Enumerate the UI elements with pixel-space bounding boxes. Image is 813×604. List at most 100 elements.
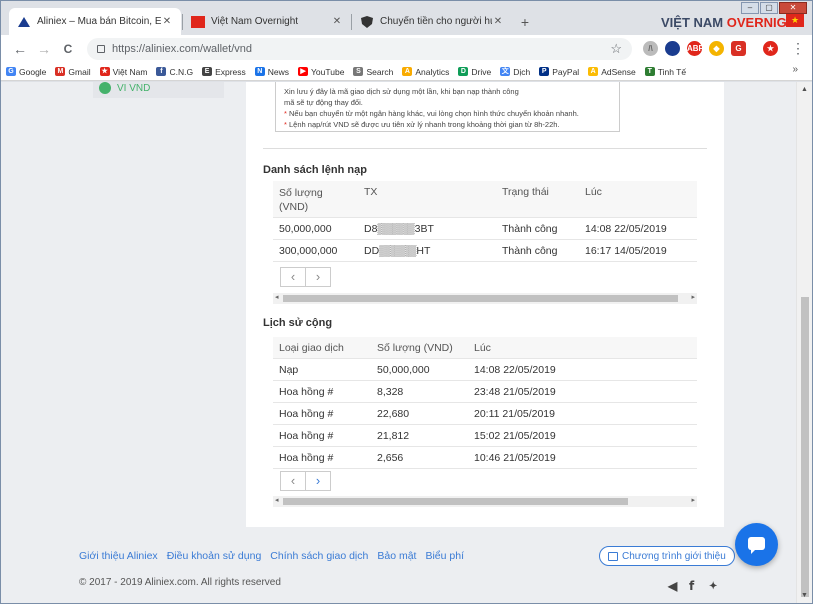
scroll-up-icon[interactable]: ▲ (801, 86, 808, 93)
horizontal-scrollbar[interactable]: ◂ ▸ (273, 293, 697, 304)
close-tab-icon[interactable]: ✕ (331, 16, 343, 27)
scroll-thumb[interactable] (283, 295, 678, 302)
bookmark-item[interactable]: ▶ YouTube (298, 67, 344, 77)
prev-page-button[interactable]: ‹ (280, 471, 306, 491)
bookmark-item[interactable]: G Google (6, 67, 46, 77)
reload-button[interactable]: C (59, 40, 77, 58)
bookmark-item[interactable]: A AdSense (588, 67, 636, 77)
forward-button[interactable]: → (35, 40, 53, 58)
cell-time: 14:08 22/05/2019 (474, 364, 556, 376)
page-footer: Giới thiệu Aliniex Điều khoản sử dụng Chín… (1, 537, 796, 603)
tab-strip: Aliniex – Mua bán Bitcoin, Ethere ✕ Việt… (1, 1, 812, 35)
minimize-button[interactable]: – (741, 2, 759, 14)
referral-program-label: Chương trình giới thiệu (622, 550, 726, 562)
bookmark-item[interactable]: N News (254, 67, 289, 77)
close-tab-icon[interactable]: ✕ (161, 16, 173, 27)
scroll-thumb[interactable] (801, 297, 809, 597)
telegram-icon[interactable]: ◀ (668, 579, 677, 593)
bookmark-label: Gmail (68, 66, 91, 77)
bookmark-icon: G (6, 67, 16, 76)
tab-vietnam-overnight[interactable]: Việt Nam Overnight ✕ (183, 8, 351, 35)
footer-link[interactable]: Bảo mật (377, 550, 416, 562)
history-rows: Nạp 50,000,000 14:08 22/05/2019 Hoa hồng # 8… (273, 359, 697, 469)
scroll-down-icon[interactable]: ▼ (801, 592, 808, 599)
facebook-icon[interactable]: f (689, 579, 694, 593)
bookmark-item[interactable]: f C.N.G (156, 67, 193, 77)
bookmark-icon: T (644, 67, 655, 76)
copyright-text: © 2017 - 2019 Aliniex.com. All rights re… (79, 577, 281, 588)
bookmark-star-icon[interactable]: ☆ (610, 41, 622, 57)
table-header-row: Loại giao dịch Số lượng (VND) Lúc (273, 337, 697, 359)
scroll-thumb[interactable] (283, 498, 628, 505)
bookmark-item[interactable]: ★ Việt Nam (99, 67, 147, 77)
tab-chuyen-tien[interactable]: Chuyển tiền cho người hưởng tạ ✕ (352, 8, 512, 35)
bookmark-icon: S (353, 67, 364, 76)
bookmark-item[interactable]: A Analytics (402, 67, 449, 77)
column-header-time: Lúc (585, 186, 602, 198)
back-button[interactable]: ← (11, 40, 29, 58)
cell-type: Nạp (279, 364, 299, 376)
bookmark-item[interactable]: E Express (202, 67, 246, 77)
bookmark-item[interactable]: P PayPal (539, 67, 579, 77)
chat-button[interactable] (735, 523, 778, 566)
prev-page-button[interactable]: ‹ (280, 267, 306, 287)
table-row: Nạp 50,000,000 14:08 22/05/2019 (273, 359, 697, 381)
cell-type: Hoa hồng # (279, 430, 334, 442)
maximize-button[interactable]: ▢ (760, 2, 778, 14)
referral-program-button[interactable]: Chương trình giới thiệu (599, 546, 735, 566)
history-pagination: ‹ › (280, 471, 331, 491)
address-bar[interactable]: https://aliniex.com/wallet/vnd ☆ (87, 38, 632, 60)
footer-link[interactable]: Điều khoản sử dụng (167, 550, 262, 562)
bookmark-label: Dịch (513, 66, 531, 77)
tab-title: Aliniex – Mua bán Bitcoin, Ethere (37, 16, 161, 27)
bookmark-item[interactable]: D Drive (458, 67, 491, 77)
extension-icon[interactable] (665, 41, 680, 56)
commission-history-table: Loại giao dịch Số lượng (VND) Lúc Nạp 50,… (273, 337, 697, 469)
bookmark-icon: f (156, 67, 167, 76)
sidebar-item-vnd[interactable]: VI VND (99, 82, 150, 94)
cell-amount: 50,000,000 (377, 364, 430, 376)
note-bullet: * (284, 120, 287, 129)
note-line: * Nếu bạn chuyển từ một ngân hàng khác, … (284, 108, 619, 119)
bookmark-icon: M (55, 67, 66, 76)
tab-aliniex[interactable]: Aliniex – Mua bán Bitcoin, Ethere ✕ (9, 8, 181, 35)
close-window-button[interactable]: ✕ (779, 2, 807, 14)
profile-avatar-icon[interactable]: ★ (763, 41, 778, 56)
footer-link[interactable]: Biểu phí (425, 550, 464, 562)
bookmark-item[interactable]: 文 Dịch (500, 67, 530, 77)
bookmark-item[interactable]: S Search (353, 67, 393, 77)
adblock-icon[interactable]: ABP (687, 41, 704, 56)
table-row: Hoa hồng # 2,656 10:46 21/05/2019 (273, 447, 697, 469)
brand-part-1: VIỆT NAM (661, 15, 727, 30)
next-page-button[interactable]: › (305, 471, 331, 491)
tab-title: Chuyển tiền cho người hưởng tạ (380, 16, 492, 27)
column-header-amount: Số lượng (VND) (279, 186, 323, 214)
close-tab-icon[interactable]: ✕ (492, 16, 504, 27)
bookmark-item[interactable]: M Gmail (55, 66, 91, 77)
bookmarks-overflow-button[interactable]: » (792, 64, 798, 75)
footer-links: Giới thiệu Aliniex Điều khoản sử dụng Chín… (79, 550, 473, 562)
scroll-right-icon[interactable]: ▸ (691, 496, 695, 504)
scroll-left-icon[interactable]: ◂ (275, 293, 279, 301)
bookmark-item[interactable]: T Tinh Tế (644, 67, 686, 77)
horizontal-scrollbar[interactable]: ◂ ▸ (273, 496, 697, 507)
vietnam-flag-icon (191, 15, 205, 28)
scroll-left-icon[interactable]: ◂ (275, 496, 279, 504)
menu-icon[interactable]: ⋮ (791, 40, 805, 57)
extension-icon[interactable]: ◆ (709, 41, 724, 56)
bookmark-icon: P (539, 67, 550, 76)
bookmark-label: Google (19, 66, 47, 77)
next-page-button[interactable]: › (305, 267, 331, 287)
extension-icon[interactable]: G (731, 41, 746, 56)
deposit-orders-title: Danh sách lệnh nạp (263, 164, 367, 176)
twitter-icon[interactable]: ✦ (709, 581, 717, 592)
footer-link[interactable]: Giới thiệu Aliniex (79, 550, 158, 562)
extension-icon[interactable]: /\ (643, 41, 658, 56)
new-tab-button[interactable]: + (516, 13, 534, 31)
bookmark-label: Drive (471, 66, 492, 77)
vertical-scrollbar[interactable]: ▲ ▼ (796, 82, 812, 603)
footer-link[interactable]: Chính sách giao dịch (270, 550, 368, 562)
scroll-right-icon[interactable]: ▸ (691, 293, 695, 301)
header-text: Số lượng (279, 187, 323, 199)
bookmark-label: Analytics (415, 66, 450, 77)
